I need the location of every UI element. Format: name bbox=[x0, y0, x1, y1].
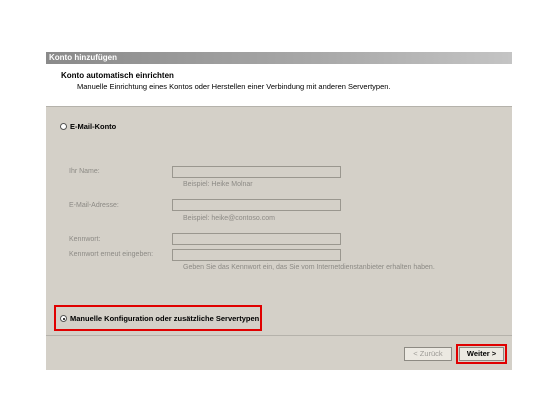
name-input[interactable] bbox=[172, 166, 341, 178]
header-subtitle: Manuelle Einrichtung eines Kontos oder H… bbox=[77, 82, 391, 91]
email-hint: Beispiel: heike@contoso.com bbox=[183, 215, 275, 222]
next-button[interactable]: Weiter > bbox=[459, 347, 504, 361]
header-title: Konto automatisch einrichten bbox=[61, 71, 174, 80]
name-label: Ihr Name: bbox=[69, 168, 100, 175]
password-repeat-input[interactable] bbox=[172, 249, 341, 261]
password-repeat-label: Kennwort erneut eingeben: bbox=[69, 251, 154, 258]
manual-config-radio[interactable] bbox=[60, 315, 67, 322]
footer-separator bbox=[46, 335, 512, 336]
manual-config-label[interactable]: Manuelle Konfiguration oder zusätzliche … bbox=[70, 314, 259, 323]
name-hint: Beispiel: Heike Molnar bbox=[183, 181, 253, 188]
password-label: Kennwort: bbox=[69, 236, 101, 243]
email-account-label[interactable]: E-Mail-Konto bbox=[70, 122, 116, 131]
dialog-header: Konto automatisch einrichten Manuelle Ei… bbox=[46, 64, 512, 107]
email-label: E-Mail-Adresse: bbox=[69, 202, 119, 209]
dialog-title: Konto hinzufügen bbox=[46, 52, 512, 64]
add-account-dialog: Konto hinzufügen Konto automatisch einri… bbox=[46, 52, 512, 370]
email-input[interactable] bbox=[172, 199, 341, 211]
back-button[interactable]: < Zurück bbox=[404, 347, 452, 361]
password-hint: Geben Sie das Kennwort ein, das Sie vom … bbox=[183, 264, 435, 271]
email-account-radio[interactable] bbox=[60, 123, 67, 130]
password-input[interactable] bbox=[172, 233, 341, 245]
